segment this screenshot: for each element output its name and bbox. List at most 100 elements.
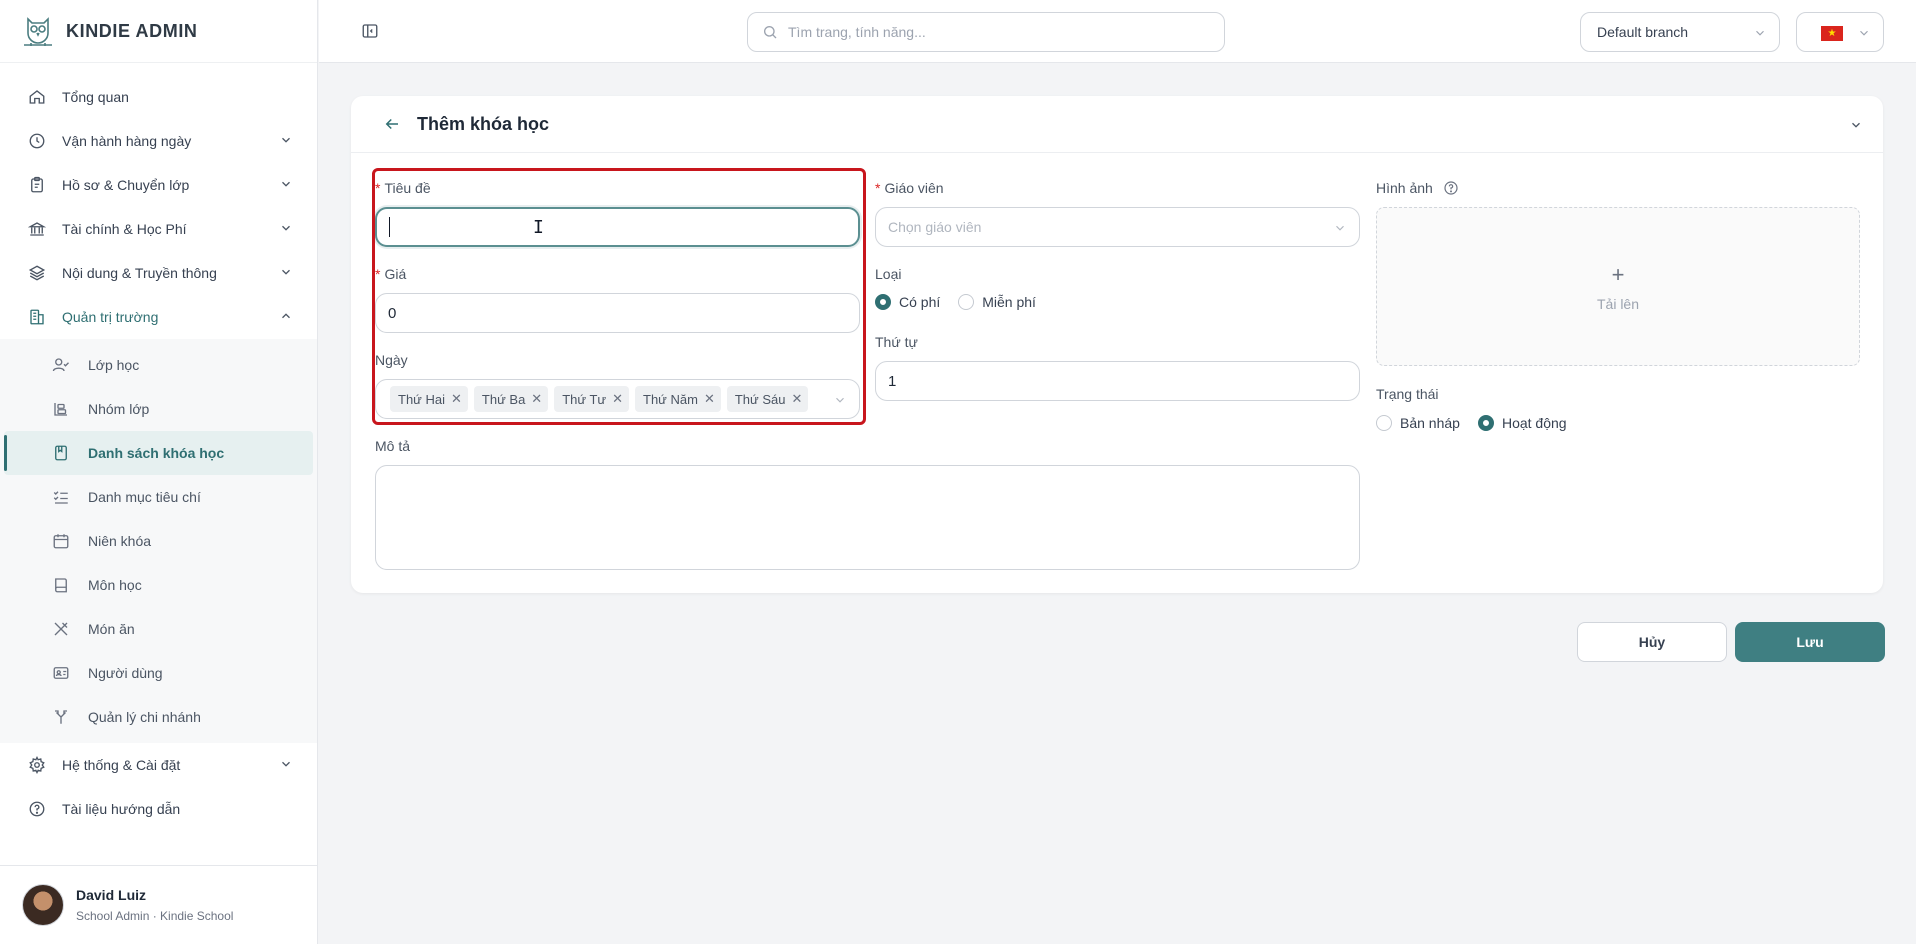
vietnam-flag-icon: ★ [1821,26,1843,41]
image-label-text: Hình ảnh [1376,180,1433,196]
sidebar-item-label: Hệ thống & Cài đặt [62,757,181,773]
plus-icon: + [1611,261,1625,287]
search-icon [764,26,777,39]
home-icon [28,88,46,106]
utensils-icon [52,620,70,638]
sidebar-item-finance[interactable]: Tài chính & Học Phí [0,207,317,251]
day-tag-label: Thứ Hai [398,391,445,407]
radio-checked[interactable] [1477,415,1494,431]
remove-tag-icon[interactable]: ✕ [791,391,802,407]
user-profile[interactable]: David Luiz School Admin · Kindie School [0,865,318,944]
clipboard-icon [28,176,46,194]
type-option-paid[interactable]: Có phí [875,294,940,310]
sidebar-item-label: Tài chính & Học Phí [62,221,187,237]
sidebar-subitem-course-list[interactable]: Danh sách khóa học [4,431,313,475]
branch-select[interactable]: Default branch [1580,12,1780,52]
radio-checked[interactable] [875,294,891,310]
type-option-free[interactable]: Miễn phí [958,294,1036,310]
search-input[interactable]: Tìm trang, tính năng... [747,12,1225,52]
price-value: 0 [388,304,397,322]
days-label: Ngày [375,352,408,368]
description-label: Mô tả [375,438,411,454]
status-option-draft[interactable]: Bản nháp [1376,415,1460,431]
sidebar-item-content[interactable]: Nội dung & Truyền thông [0,251,317,295]
calendar-icon [52,532,70,550]
remove-tag-icon[interactable]: ✕ [704,391,715,407]
chevron-up-icon [282,313,290,319]
day-tag: Thứ Sáu ✕ [726,386,809,412]
sidebar-item-label: Nội dung & Truyền thông [62,265,217,281]
bank-icon [28,220,46,238]
layers-icon [28,264,46,282]
days-multiselect[interactable]: Thứ Hai ✕ Thứ Ba ✕ Thứ Tư ✕ Thứ Năm ✕ Thứ Sá… [375,379,860,419]
status-label: Trạng thái [1376,386,1439,402]
list-check-icon [52,488,70,506]
title-label-text: Tiêu đề [384,180,431,196]
required-mark: * [375,180,381,196]
sidebar-item-records[interactable]: Hồ sơ & Chuyển lớp [0,163,317,207]
remove-tag-icon[interactable]: ✕ [612,391,623,407]
cancel-button[interactable]: Hủy [1577,622,1727,662]
branch-value: Default branch [1597,24,1689,40]
sidebar-subitem-label: Món ăn [88,621,135,637]
radio-unchecked[interactable] [958,294,975,310]
sidebar-item-daily-operations[interactable]: Vận hành hàng ngày [0,119,317,163]
sidebar-subitem-dishes[interactable]: Món ăn [0,607,317,651]
chevron-down-icon [282,181,290,187]
group-icon [52,400,70,418]
teacher-select[interactable]: Chọn giáo viên [875,207,1360,247]
title-label: * Tiêu đề [375,180,431,196]
sidebar-subitem-branches[interactable]: Quản lý chi nhánh [0,695,317,739]
sidebar-item-docs[interactable]: Tài liệu hướng dẫn [0,787,317,831]
image-upload[interactable]: + Tải lên [1376,207,1860,366]
sidebar-subitem-label: Lớp học [88,357,140,373]
user-check-icon [52,356,70,374]
card-header: Thêm khóa học [351,96,1883,153]
day-tag-label: Thứ Năm [643,391,698,407]
type-radio-group: Có phí Miễn phí [875,294,1054,310]
brand-name: KINDIE ADMIN [66,20,198,41]
sidebar-item-overview[interactable]: Tổng quan [0,75,317,119]
sidebar-subitem-class-groups[interactable]: Nhóm lớp [0,387,317,431]
sidebar-subitem-users[interactable]: Người dùng [0,651,317,695]
sidebar-subitem-label: Danh mục tiêu chí [88,489,201,505]
sidebar-item-label: Tổng quan [62,89,129,105]
avatar [22,884,64,926]
radio-unchecked[interactable] [1376,415,1392,431]
remove-tag-icon[interactable]: ✕ [531,391,542,407]
sidebar-subitem-classes[interactable]: Lớp học [0,343,317,387]
owl-logo-icon [24,17,52,46]
building-icon [28,308,46,326]
order-input[interactable]: 1 [875,361,1360,401]
sidebar-item-settings[interactable]: Hệ thống & Cài đặt [0,743,317,787]
sidebar-subitem-criteria[interactable]: Danh mục tiêu chí [0,475,317,519]
sidebar-item-school-admin[interactable]: Quản trị trường [0,295,317,339]
type-label: Loại [875,266,902,282]
branch-icon [52,708,70,726]
status-option-active[interactable]: Hoạt động [1477,415,1567,431]
chevron-down-icon[interactable] [1849,118,1863,132]
day-tag: Thứ Năm ✕ [635,386,721,412]
help-circle-icon[interactable] [1443,180,1459,196]
title-input[interactable] [375,207,860,247]
price-input[interactable]: 0 [375,293,860,333]
language-select[interactable]: ★ [1796,12,1884,52]
chevron-down-icon [1756,30,1764,36]
chevron-down-icon [282,225,290,231]
chevron-down-icon [836,397,844,403]
description-textarea[interactable] [375,465,1360,570]
brand[interactable]: KINDIE ADMIN [0,0,317,63]
sidebar-toggle-icon[interactable] [361,22,379,40]
save-button[interactable]: Lưu [1735,622,1885,662]
sidebar-subitem-school-year[interactable]: Niên khóa [0,519,317,563]
remove-tag-icon[interactable]: ✕ [451,391,462,407]
order-value: 1 [888,372,897,390]
sidebar-subitem-subjects[interactable]: Môn học [0,563,317,607]
back-arrow-icon[interactable] [383,115,401,133]
user-role: School Admin · Kindie School [76,909,234,923]
sidebar-subitem-label: Môn học [88,577,142,593]
sidebar-subnav: Lớp học Nhóm lớp Danh sách khóa học Danh… [0,339,317,743]
status-radio-group: Bản nháp Hoạt động [1376,415,1585,431]
sidebar-subitem-label: Nhóm lớp [88,401,150,417]
sidebar-subitem-label: Niên khóa [88,533,152,549]
